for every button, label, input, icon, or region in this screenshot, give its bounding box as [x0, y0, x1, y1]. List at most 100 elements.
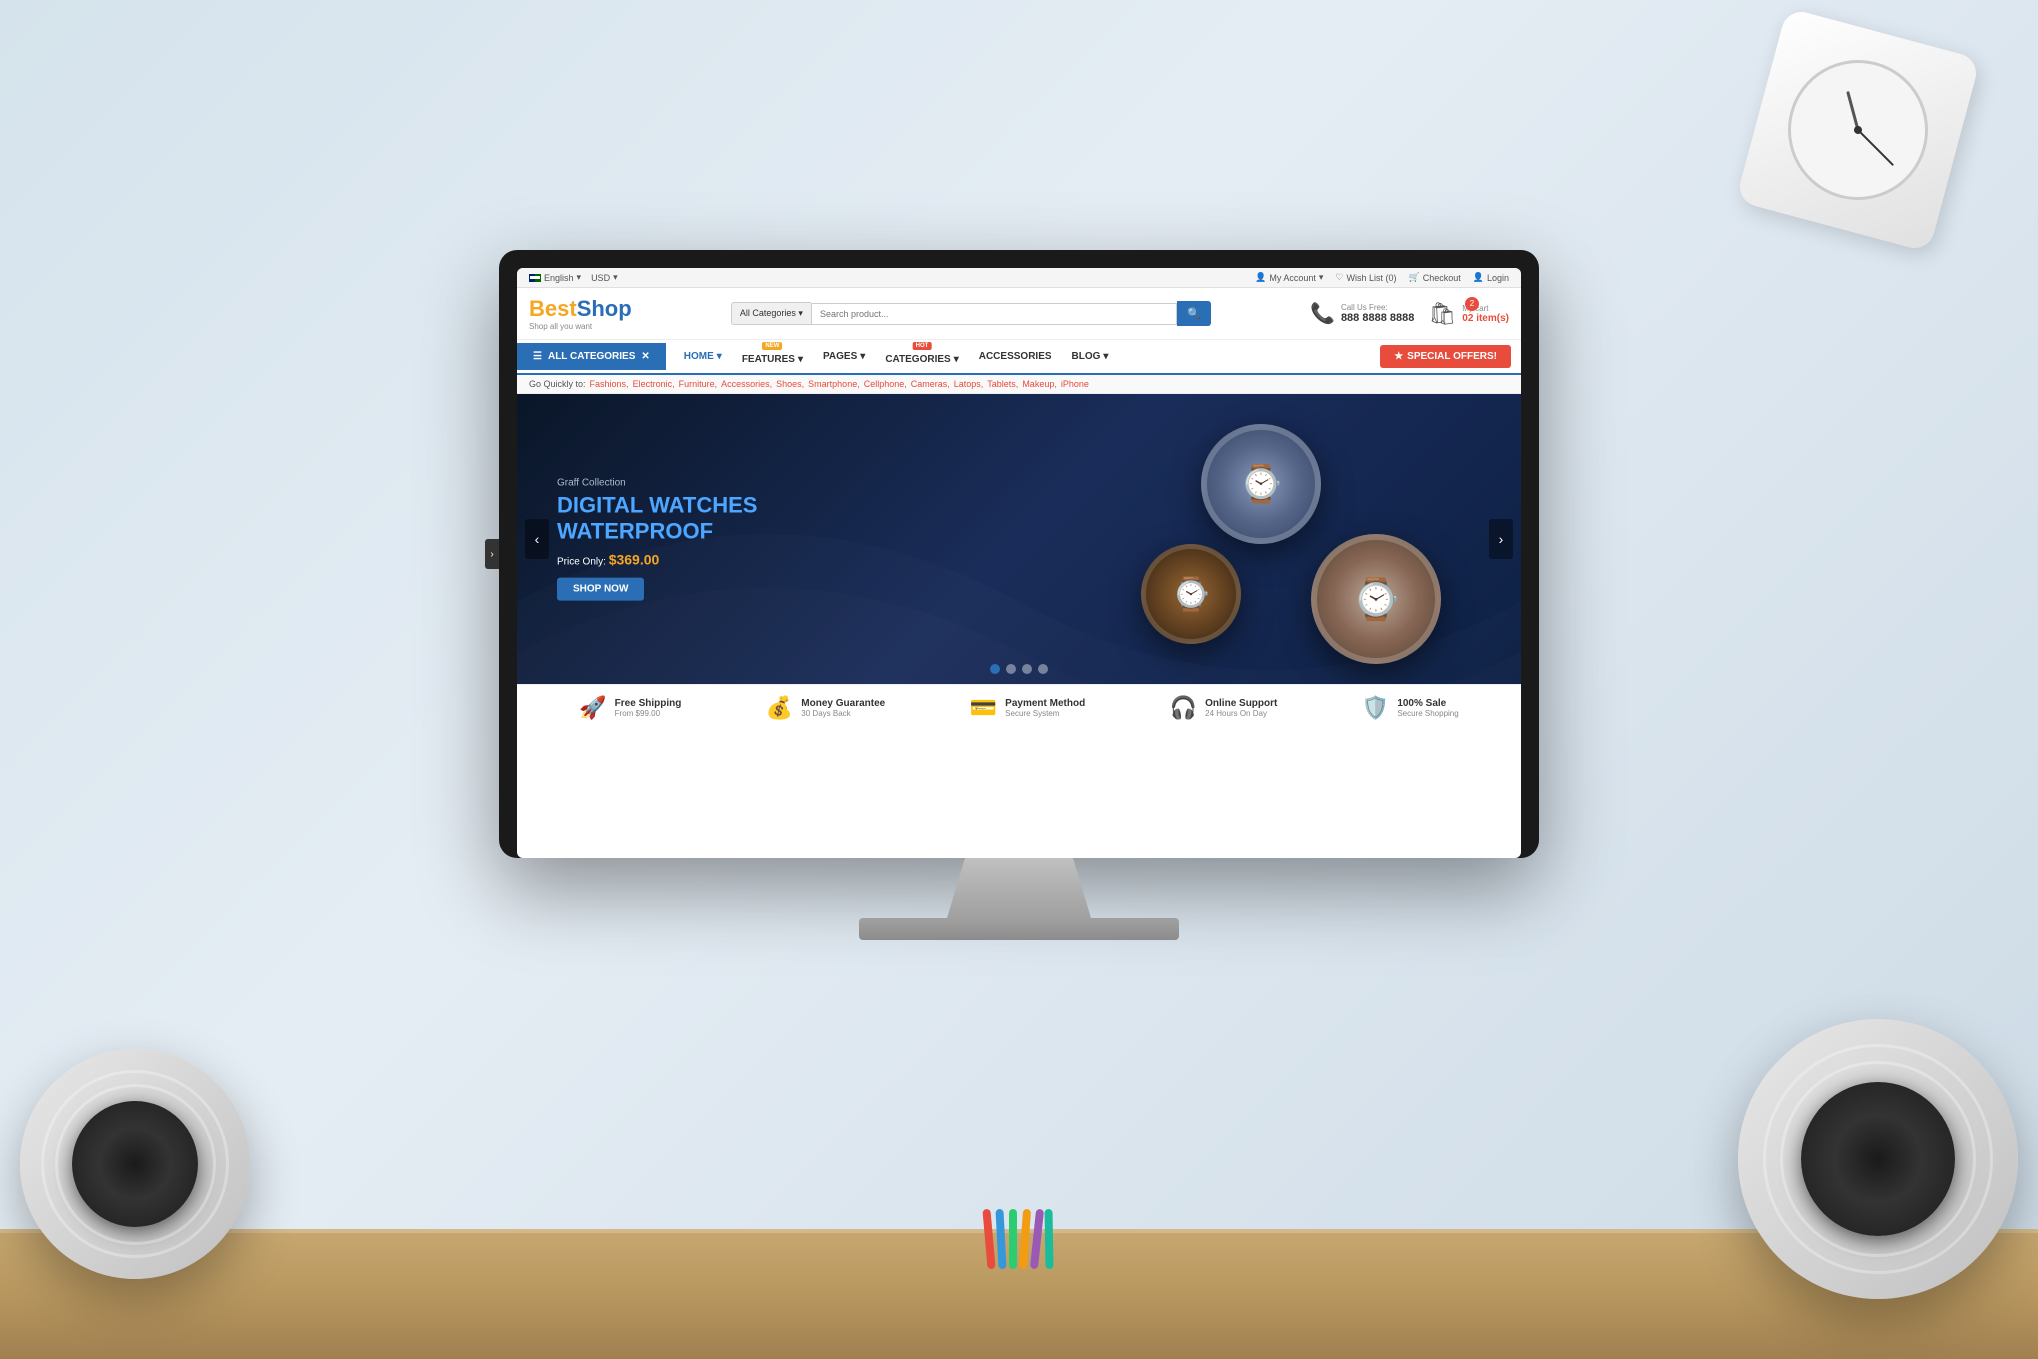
header: BestShop Shop all you want All Categorie…: [517, 288, 1521, 340]
quick-link-accessories[interactable]: Accessories,: [721, 379, 772, 389]
nav-item-home[interactable]: HOME ▾: [674, 343, 732, 370]
sale-title: 100% Sale: [1397, 698, 1458, 709]
cart-area[interactable]: 🛍 2 My cart 02 item(s): [1428, 301, 1509, 327]
support-sub: 24 Hours On Day: [1205, 709, 1277, 718]
nav-bar: ☰ ALL CATEGORIES ✕ HOME ▾ NEW FEATURES ▾: [517, 340, 1521, 375]
watch-1: ⌚: [1201, 424, 1321, 544]
logo-best: Best: [529, 296, 577, 321]
special-offers-label: SPECIAL OFFERS!: [1407, 351, 1497, 362]
my-account[interactable]: 👤 My Account ▾: [1255, 272, 1323, 283]
currency-label[interactable]: USD: [591, 273, 610, 283]
monitor-side-arrow[interactable]: ›: [485, 539, 499, 569]
quick-link-fashions[interactable]: Fashions,: [590, 379, 629, 389]
checkout-icon: 🛒: [1409, 272, 1420, 283]
feature-money-guarantee: 💰 Money Guarantee 30 Days Back: [766, 695, 885, 721]
quick-link-makeup[interactable]: Makeup,: [1022, 379, 1057, 389]
slider-dot-1[interactable]: [990, 664, 1000, 674]
money-guarantee-sub: 30 Days Back: [801, 709, 885, 718]
login-icon: 👤: [1473, 272, 1484, 283]
features-nav-label: FEATURES: [742, 354, 795, 365]
monitor-screen: English ▾ USD ▾ 👤 My Account ▾: [517, 268, 1521, 858]
menu-icon: ☰: [533, 351, 542, 362]
features-badge: NEW: [762, 342, 782, 350]
slider-dot-2[interactable]: [1006, 664, 1016, 674]
category-dropdown[interactable]: All Categories ▾: [731, 302, 811, 325]
rocket-icon: 🚀: [579, 695, 606, 721]
feature-free-shipping: 🚀 Free Shipping From $99.00: [579, 695, 681, 721]
feature-online-support: 🎧 Online Support 24 Hours On Day: [1170, 695, 1278, 721]
logo-shop: Shop: [577, 296, 632, 321]
quick-link-iphone[interactable]: iPhone: [1061, 379, 1089, 389]
hero-title-line1: DIGITAL WATCHES: [557, 493, 757, 519]
clock-decoration: [1758, 30, 1958, 230]
account-icon: 👤: [1255, 272, 1266, 283]
slider-dot-3[interactable]: [1022, 664, 1032, 674]
speaker-right: [1738, 1019, 2018, 1299]
logo-tagline: Shop all you want: [529, 322, 632, 331]
all-categories-label: ALL CATEGORIES: [548, 351, 635, 362]
cart-items: 02 item(s): [1462, 313, 1509, 324]
heart-icon: ♡: [1335, 272, 1343, 283]
categories-arrow: ✕: [641, 351, 649, 362]
payment-sub: Secure System: [1005, 709, 1085, 718]
wishlist-label[interactable]: Wish List (0): [1346, 273, 1396, 283]
checkout-label[interactable]: Checkout: [1423, 273, 1461, 283]
slider-dot-4[interactable]: [1038, 664, 1048, 674]
marker-5: [1030, 1209, 1044, 1270]
hero-collection: Graff Collection: [557, 478, 757, 489]
hero-title-line2: WATERPROOF: [557, 519, 757, 545]
slider-arrow-right[interactable]: ›: [1489, 519, 1513, 559]
phone-icon: 📞: [1310, 301, 1335, 326]
quick-links-label: Go Quickly to:: [529, 379, 586, 389]
speaker-left: [20, 1049, 250, 1279]
call-number[interactable]: 888 8888 8888: [1341, 312, 1414, 324]
monitor-base: [859, 918, 1179, 940]
special-offers-btn[interactable]: ★ SPECIAL OFFERS!: [1380, 345, 1511, 368]
free-shipping-title: Free Shipping: [615, 698, 682, 709]
cart-icon: 🛍: [1428, 301, 1456, 327]
header-right: 📞 Call Us Free: 888 8888 8888 🛍 2 My car…: [1310, 301, 1509, 327]
logo[interactable]: BestShop Shop all you want: [529, 296, 632, 331]
categories-badge: HOT: [913, 342, 932, 350]
checkout-link[interactable]: 🛒 Checkout: [1409, 272, 1461, 283]
login-label[interactable]: Login: [1487, 273, 1509, 283]
quick-link-latops[interactable]: Latops,: [954, 379, 984, 389]
nav-item-blog[interactable]: BLOG ▾: [1062, 343, 1119, 370]
quick-link-electronic[interactable]: Electronic,: [633, 379, 675, 389]
quick-link-cameras[interactable]: Cameras,: [911, 379, 950, 389]
free-shipping-sub: From $99.00: [615, 709, 682, 718]
slider-dots: [990, 664, 1048, 674]
money-guarantee-title: Money Guarantee: [801, 698, 885, 709]
blog-nav-label: BLOG: [1072, 351, 1101, 362]
feature-100-sale: 🛡️ 100% Sale Secure Shopping: [1362, 695, 1459, 721]
call-us-area: 📞 Call Us Free: 888 8888 8888: [1310, 301, 1414, 326]
star-icon: ★: [1394, 351, 1403, 362]
nav-item-features[interactable]: NEW FEATURES ▾: [732, 340, 813, 373]
nav-item-pages[interactable]: PAGES ▾: [813, 343, 875, 370]
quick-link-shoes[interactable]: Shoes,: [776, 379, 804, 389]
quick-link-smartphone[interactable]: Smartphone,: [808, 379, 860, 389]
nav-item-categories[interactable]: HOT CATEGORIES ▾: [875, 340, 968, 373]
features-bar: 🚀 Free Shipping From $99.00 💰 Money Guar…: [517, 684, 1521, 731]
quick-link-furniture[interactable]: Furniture,: [679, 379, 718, 389]
language-selector[interactable]: English ▾: [529, 272, 581, 283]
call-label: Call Us Free:: [1341, 303, 1414, 312]
account-label[interactable]: My Account: [1269, 273, 1316, 283]
shield-icon: 🛡️: [1362, 695, 1389, 721]
search-button[interactable]: 🔍: [1177, 301, 1211, 326]
nav-item-accessories[interactable]: ACCESSORIES: [969, 343, 1062, 370]
quick-link-cellphone[interactable]: Cellphone,: [864, 379, 907, 389]
wish-list[interactable]: ♡ Wish List (0): [1335, 272, 1396, 283]
home-nav-label: HOME: [684, 351, 714, 362]
shop-now-btn[interactable]: SHOP NOW: [557, 577, 644, 600]
slider-arrow-left[interactable]: ‹: [525, 519, 549, 559]
language-label[interactable]: English: [544, 273, 574, 283]
currency-selector[interactable]: USD ▾: [591, 272, 618, 283]
nav-items: HOME ▾ NEW FEATURES ▾ PAGES ▾: [666, 340, 1380, 373]
quick-link-tablets[interactable]: Tablets,: [987, 379, 1018, 389]
login-link[interactable]: 👤 Login: [1473, 272, 1509, 283]
all-categories-btn[interactable]: ☰ ALL CATEGORIES ✕: [517, 343, 666, 370]
hero-content: Graff Collection DIGITAL WATCHES WATERPR…: [557, 478, 757, 601]
cart-badge: 2: [1465, 297, 1479, 311]
search-input[interactable]: [811, 303, 1177, 325]
